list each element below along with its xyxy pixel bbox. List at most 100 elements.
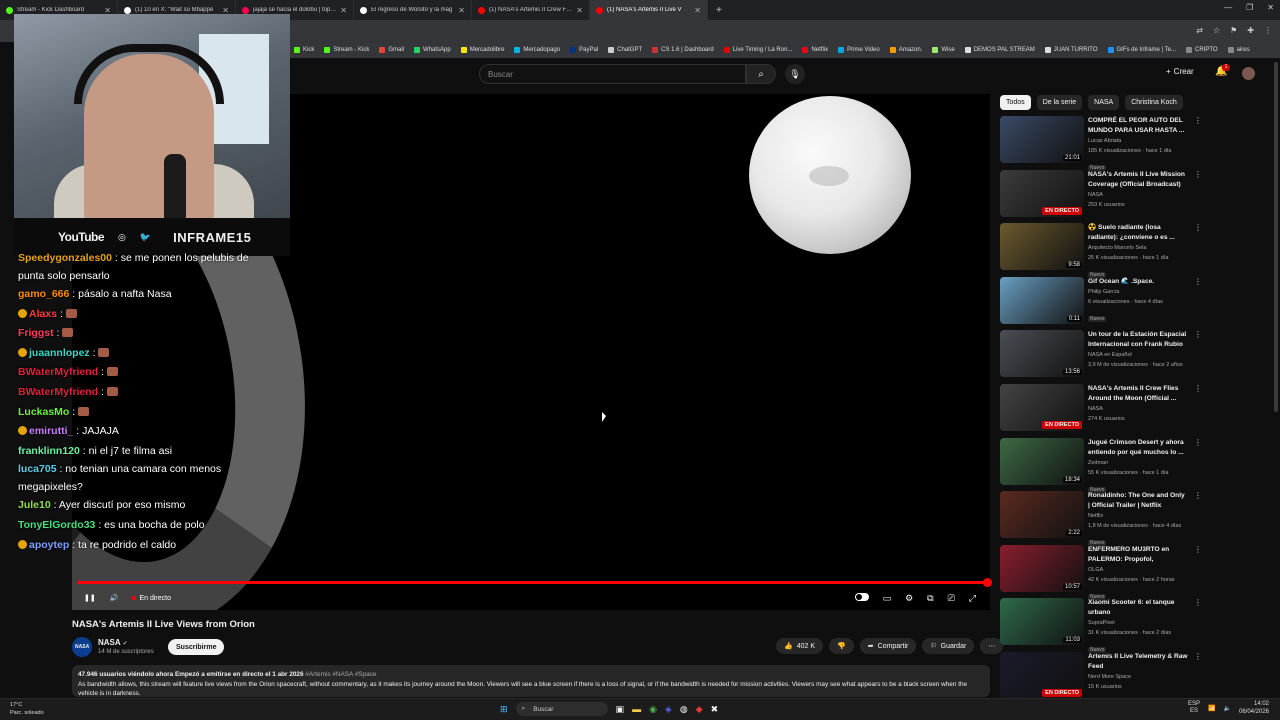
close-window-icon[interactable]: ✕ <box>1267 3 1274 12</box>
taskbar-search[interactable]: ⌕ Buscar <box>515 702 608 716</box>
filter-chip[interactable]: Christina Koch <box>1125 95 1183 110</box>
app-icon[interactable]: ◆ <box>696 704 703 715</box>
bookmark-item[interactable]: Gmail <box>379 47 404 53</box>
video-thumbnail[interactable]: 2:22 <box>1000 491 1084 539</box>
close-tab-icon[interactable]: ✕ <box>576 6 583 15</box>
description-box[interactable]: 47.946 usuarios viéndolo ahora Empezó a … <box>72 665 990 697</box>
like-button[interactable]: 👍 402 K <box>776 638 824 654</box>
recommended-video[interactable]: 2:22 Ronaldinho: The One and Only | Offic… <box>1000 491 1270 547</box>
subscribe-button[interactable]: Suscribirme <box>168 639 225 655</box>
video-thumbnail[interactable]: 9:58 <box>1000 223 1084 271</box>
recommended-video[interactable]: 11:03 Xiaomi Scooter 6: el tanque urbano S… <box>1000 598 1270 654</box>
channel-name[interactable]: SupraPixel <box>1088 618 1188 628</box>
volume-icon[interactable]: 🔊 <box>110 594 119 602</box>
share-button[interactable]: ➦ Compartir <box>859 638 917 654</box>
bookmark-item[interactable]: Mercadolibre <box>460 47 504 53</box>
video-title[interactable]: NASA's Artemis II Crew Flies Around the … <box>1088 384 1188 404</box>
channel-name[interactable]: Nerd More Space <box>1088 672 1188 682</box>
video-thumbnail[interactable]: 21:01 <box>1000 116 1084 163</box>
recommended-video[interactable]: 9:58 ☢️ Suelo radiante (losa radiante): ¿… <box>1000 223 1270 279</box>
bookmark-item[interactable]: PayPal <box>570 47 598 53</box>
pause-icon[interactable]: ❚❚ <box>84 594 96 602</box>
save-button[interactable]: ⚐ Guardar <box>922 638 975 654</box>
bookmark-item[interactable]: CRIPTO <box>1186 47 1218 53</box>
channel-name[interactable]: Lucas Abriata <box>1088 136 1188 146</box>
more-options-icon[interactable]: ⋮ <box>1194 277 1202 286</box>
language-indicator[interactable]: ESP ES <box>1188 701 1200 715</box>
recommended-video[interactable]: 0:11 Gif Ocean 🌊 .Space. Philip García 6 vi… <box>1000 276 1270 327</box>
channel-name[interactable]: Arquitecto Marcelo Sela <box>1088 243 1188 253</box>
search-input[interactable]: Buscar <box>479 64 746 84</box>
extension-icon[interactable]: ⚑ <box>1230 26 1237 35</box>
video-title[interactable]: Ronaldinho: The One and Only | Official … <box>1088 491 1188 511</box>
voice-search-button[interactable]: 🎙 <box>785 64 805 84</box>
account-avatar[interactable] <box>1242 67 1255 80</box>
video-thumbnail[interactable]: 0:11 <box>1000 276 1084 324</box>
progress-bar[interactable] <box>78 578 992 587</box>
dislike-button[interactable]: 👎 <box>829 638 854 654</box>
video-thumbnail[interactable]: EN DIRECTO <box>1000 652 1084 699</box>
more-options-icon[interactable]: ⋮ <box>1194 384 1202 393</box>
puzzle-icon[interactable]: ✚ <box>1247 26 1254 35</box>
channel-name[interactable]: Zedman <box>1088 458 1188 468</box>
miniplayer-icon[interactable]: ⧉ <box>927 593 933 604</box>
wifi-icon[interactable]: 📶 <box>1208 705 1215 712</box>
channel-name[interactable]: NASA ✔ <box>98 638 128 647</box>
channel-name[interactable]: Philip García <box>1088 287 1188 297</box>
subtitles-icon[interactable]: ▭ <box>883 593 892 604</box>
more-options-icon[interactable]: ⋮ <box>1194 652 1202 661</box>
chrome-icon[interactable]: ◉ <box>649 704 657 715</box>
browser-tab[interactable]: (1) NASA's Artemis II Crew Flies ✕ <box>472 0 590 20</box>
bookmark-item[interactable]: CS 1.6 | Dashboard <box>652 47 714 53</box>
hashtags[interactable]: #Artemis #NASA #Space <box>305 671 376 678</box>
browser-tab[interactable]: El regreso de Wolsito y la mag ✕ <box>354 0 472 20</box>
fullscreen-icon[interactable]: ⤢ <box>969 593 976 604</box>
channel-name[interactable]: NASA en Español <box>1088 350 1188 360</box>
recommended-video[interactable]: EN DIRECTO Artemis II Live Telemetry & Ra… <box>1000 652 1270 702</box>
close-tab-icon[interactable]: ✕ <box>340 6 347 15</box>
video-title[interactable]: Gif Ocean 🌊 .Space. <box>1088 277 1188 287</box>
bookmark-item[interactable]: GIFs de Inframe | Te... <box>1107 47 1176 53</box>
bookmark-item[interactable]: Wise <box>932 47 955 53</box>
video-title[interactable]: ENFERMERO MU3RTO en PALERMO: Propofol, F… <box>1088 545 1188 565</box>
video-title[interactable]: ☢️ Suelo radiante (losa radiante): ¿conv… <box>1088 223 1188 243</box>
video-thumbnail[interactable]: EN DIRECTO <box>1000 384 1084 431</box>
page-scrollbar[interactable] <box>1274 62 1278 412</box>
new-tab-button[interactable]: + <box>708 5 730 16</box>
recommended-video[interactable]: 10:57 ENFERMERO MU3RTO en PALERMO: Propof… <box>1000 544 1270 600</box>
video-title[interactable]: COMPRÉ EL PEOR AUTO DEL MUNDO PARA USAR … <box>1088 116 1188 136</box>
close-tab-icon[interactable]: ✕ <box>694 6 701 15</box>
bookmark-item[interactable]: WhatsApp <box>414 47 451 53</box>
more-options-icon[interactable]: ⋮ <box>1194 598 1202 607</box>
bookmark-item[interactable]: Live Timing / La Ron... <box>723 47 792 53</box>
file-explorer-icon[interactable]: ▬ <box>632 704 641 714</box>
capcut-icon[interactable]: ✖ <box>711 704 719 715</box>
settings-gear-icon[interactable]: ⚙ <box>905 593 913 604</box>
recommended-video[interactable]: 18:34 Jugué Crimson Desert y ahora entien… <box>1000 437 1270 493</box>
channel-name[interactable]: OLGA <box>1088 565 1188 575</box>
video-thumbnail[interactable]: 13:56 <box>1000 330 1084 378</box>
bookmark-item[interactable]: aires <box>1227 47 1250 53</box>
clock[interactable]: 14:02 06/04/2026 <box>1239 700 1269 716</box>
filter-chip[interactable]: Todos <box>1000 95 1031 110</box>
more-options-icon[interactable]: ⋮ <box>1194 545 1202 554</box>
more-options-icon[interactable]: ⋮ <box>1194 223 1202 232</box>
bookmark-item[interactable]: Kick <box>294 47 314 53</box>
live-indicator[interactable]: En directo <box>132 595 171 602</box>
video-title[interactable]: Un tour de la Estación Espacial Internac… <box>1088 330 1188 350</box>
filter-chip[interactable]: NASA <box>1088 95 1120 110</box>
close-tab-icon[interactable]: ✕ <box>458 6 465 15</box>
bookmark-item[interactable]: Prime Video <box>838 47 880 53</box>
video-thumbnail[interactable]: 18:34 <box>1000 437 1084 485</box>
recommended-video[interactable]: EN DIRECTO NASA's Artemis II Crew Flies A… <box>1000 384 1270 434</box>
channel-name[interactable]: Netflix <box>1088 511 1188 521</box>
recommended-video[interactable]: 13:56 Un tour de la Estación Espacial Int… <box>1000 330 1270 380</box>
task-view-icon[interactable]: ▣ <box>616 704 625 715</box>
more-options-icon[interactable]: ⋮ <box>1194 330 1202 339</box>
bookmark-item[interactable]: Stream - Kick <box>324 47 369 53</box>
channel-avatar[interactable]: NASA <box>72 637 92 657</box>
bookmark-item[interactable]: ChatGPT <box>608 47 642 53</box>
video-title[interactable]: Xiaomi Scooter 6: el tanque urbano <box>1088 598 1188 618</box>
more-options-icon[interactable]: ⋮ <box>1194 491 1202 500</box>
video-title[interactable]: Jugué Crimson Desert y ahora entiendo po… <box>1088 438 1188 458</box>
